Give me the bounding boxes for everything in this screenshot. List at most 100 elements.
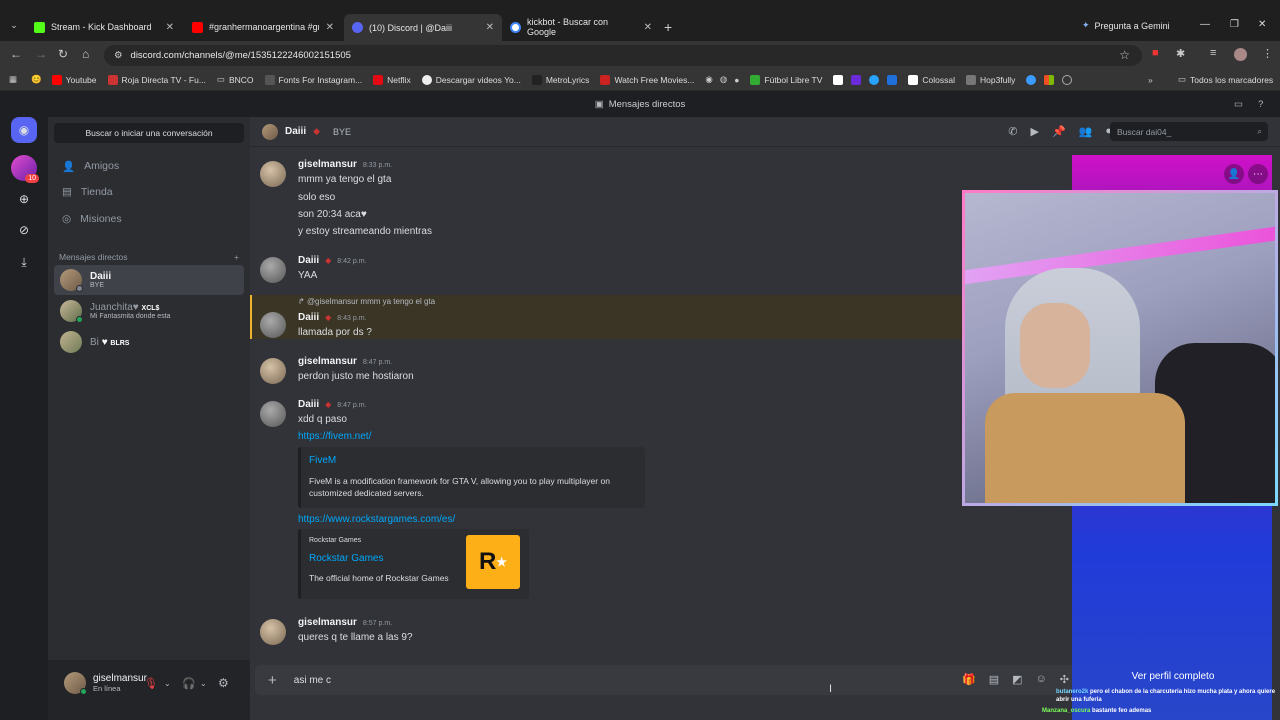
inbox-icon[interactable]: ▭ [1234,99,1243,110]
bookmark-netflix[interactable]: Netflix [373,74,411,85]
close-window-button[interactable]: ✕ [1258,19,1266,30]
message-author[interactable]: giselmansur [298,356,357,367]
download-icon[interactable]: ⤓ [11,249,37,275]
tab-kick[interactable]: Stream - Kick Dashboard ✕ [26,16,182,38]
headphones-icon[interactable]: 🎧 [182,677,196,690]
bookmark-icons[interactable] [833,74,898,85]
gif-icon[interactable]: ▤ [989,673,999,686]
avatar[interactable] [260,619,286,645]
gift-icon[interactable]: 🎁 [962,673,976,686]
create-dm-icon[interactable]: + [234,252,239,262]
bookmark-roja[interactable]: Roja Directa TV - Fu... [107,74,206,85]
media-icon[interactable]: ≡ [1210,47,1216,59]
chevron-down-icon[interactable]: ⌄ [200,679,207,688]
message-author[interactable]: Daiii [298,399,319,410]
bookmark-star-icon[interactable]: ☆ [1119,48,1130,62]
message-input[interactable]: asi me c [294,675,331,686]
bookmark-fonts[interactable]: Fonts For Instagram... [264,74,362,85]
avatar[interactable] [260,312,286,338]
emoji-icon[interactable]: ☺ [1036,673,1047,686]
profile-avatar[interactable] [1234,48,1247,61]
bookmark-metrolyrics[interactable]: MetroLyrics [531,74,589,85]
add-friend-icon[interactable]: 👥 [1079,125,1093,138]
bookmark-youtube[interactable]: Youtube [51,74,97,85]
chat-search-input[interactable]: Buscar dai04_ ⌕ [1110,122,1268,141]
nav-friends[interactable]: 👤 Amigos [54,154,244,178]
sticker-icon[interactable]: ◩ [1012,673,1022,686]
home-icon[interactable]: ⌂ [82,47,89,61]
add-server-icon[interactable]: ⊕ [11,186,37,212]
embed-title[interactable]: FiveM [309,455,336,466]
more-options-icon[interactable]: ⋯ [1248,164,1268,184]
nav-quests[interactable]: ◎ Misiones [54,207,244,231]
tab-search-icon[interactable]: ⌄ [6,17,22,33]
bookmark-colossal[interactable]: Colossal [908,74,955,85]
close-icon[interactable]: ✕ [486,22,494,33]
server-icon[interactable]: 10 [11,155,39,183]
bookmark-descargar[interactable]: Descargar videos Yo... [421,74,521,85]
bookmark-bnco[interactable]: ▭ BNCO [217,74,254,85]
message-link[interactable]: https://www.rockstargames.com/es/ [298,514,455,525]
forward-icon[interactable]: → [35,47,47,61]
message-link[interactable]: https://fivem.net/ [298,431,371,442]
tab-google[interactable]: kickbot - Buscar con Google ✕ [502,16,660,38]
avatar[interactable] [260,401,286,427]
mute-mic-icon[interactable]: 🎙 [144,677,158,690]
discover-icon[interactable]: ⊘ [11,217,37,243]
dm-row-daiii[interactable]: Daiii BYE [54,265,244,295]
nav-shop[interactable]: ▤ Tienda [54,180,244,204]
discord-home-icon[interactable]: ◉ [11,117,37,143]
more-bookmarks-icon[interactable]: » [1148,75,1153,85]
menu-icon[interactable]: ⋮ [1262,47,1273,60]
apps-icon[interactable]: ▦ [9,74,17,85]
new-tab-button[interactable]: + [664,19,672,35]
close-icon[interactable]: ✕ [166,22,174,33]
user-avatar[interactable] [64,672,87,695]
bookmark-futbol[interactable]: Fútbol Libre TV [750,74,822,85]
rockstar-logo-icon[interactable]: R ★ [466,535,520,589]
reply-preview[interactable]: ↱ @giselmansur mmm ya tengo el gta [298,297,435,306]
add-attachment-icon[interactable]: + [268,672,277,689]
add-friend-icon[interactable]: 👤 [1224,164,1244,184]
help-icon[interactable]: ? [1258,99,1263,110]
pin-icon[interactable]: 📌 [1052,125,1066,138]
gemini-button[interactable]: ✦ Pregunta a Gemini [1082,20,1170,31]
avatar[interactable] [260,161,286,187]
bookmark-icons-2[interactable] [1026,74,1073,85]
reload-icon[interactable]: ↻ [58,47,68,61]
embed-title[interactable]: Rockstar Games [309,553,383,564]
all-bookmarks[interactable]: ▭ Todos los marcadores [1178,74,1273,85]
tab-youtube[interactable]: #granhermanoargentina #grant ✕ [184,16,342,38]
tab-discord[interactable]: (10) Discord | @Daiii ✕ [344,14,502,41]
address-bar[interactable]: ⚙ discord.com/channels/@me/1535122246002… [104,45,1142,66]
emoji-bookmark-icon[interactable]: 😊 [31,74,42,85]
avatar[interactable] [260,358,286,384]
apps-icon[interactable]: ✣ [1060,673,1069,686]
close-icon[interactable]: ✕ [326,22,334,33]
call-icon[interactable]: ✆ [1008,125,1017,138]
message-author[interactable]: Daiii [298,255,319,266]
extensions-icon[interactable]: ✱ [1176,47,1185,60]
back-icon[interactable]: ← [10,47,22,61]
video-icon[interactable]: ▶ [1030,125,1038,138]
site-info-icon[interactable]: ⚙ [114,50,123,61]
close-icon[interactable]: ✕ [644,22,652,33]
view-full-profile-button[interactable]: Ver perfil completo [1082,666,1264,686]
bookmark-hop3fully[interactable]: Hop3fully [965,74,1015,85]
message-author[interactable]: giselmansur [298,159,357,170]
bookmark-movies[interactable]: Watch Free Movies... [600,74,694,85]
search-conversation-button[interactable]: Buscar o iniciar una conversación [54,123,244,143]
bookmark-icon [887,74,898,85]
avatar[interactable] [260,257,286,283]
bookmark-misc[interactable]: ◉ ◍ ● [705,74,739,85]
message-author[interactable]: Daiii [298,312,319,323]
message-author[interactable]: giselmansur [298,617,357,628]
maximize-button[interactable]: ❐ [1230,19,1239,30]
settings-gear-icon[interactable]: ⚙ [218,676,229,690]
dm-row-juanchita[interactable]: Juanchita♥ XCL$ Mi Fantasmita donde esta [54,296,244,326]
dm-row-bi[interactable]: Bi ♥ BLRS [54,327,244,357]
minimize-button[interactable]: — [1200,19,1210,30]
chevron-down-icon[interactable]: ⌄ [164,679,171,688]
extension-icon[interactable]: ■ [1152,47,1159,59]
message-composer[interactable]: + asi me c 🎁 ▤ ◩ ☺ ✣ [255,665,1077,695]
